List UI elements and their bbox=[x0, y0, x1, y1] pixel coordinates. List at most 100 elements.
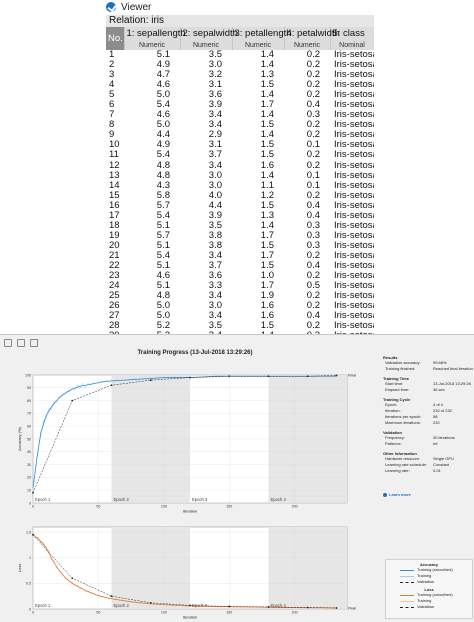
table-cell[interactable]: 1.7 bbox=[232, 250, 284, 261]
column-header-3[interactable]: 3: petallength bbox=[232, 27, 292, 40]
table-cell[interactable]: 5.1 bbox=[124, 220, 180, 231]
table-cell[interactable]: 5.2 bbox=[124, 321, 180, 331]
table-cell[interactable]: 3.1 bbox=[180, 140, 232, 150]
table-cell[interactable]: 3.0 bbox=[180, 301, 232, 311]
table-cell[interactable]: 1.4 bbox=[232, 130, 284, 140]
table-cell[interactable]: 5.7 bbox=[124, 200, 180, 211]
table-cell[interactable]: 3.7 bbox=[180, 150, 232, 160]
table-cell[interactable]: 1.4 bbox=[232, 110, 284, 120]
table-cell[interactable]: 4.8 bbox=[124, 170, 180, 181]
table-cell[interactable]: 3.4 bbox=[180, 160, 232, 171]
table-cell[interactable]: 3.5 bbox=[180, 220, 232, 231]
table-cell[interactable]: 3.9 bbox=[180, 210, 232, 221]
table-cell[interactable]: 5.0 bbox=[124, 90, 180, 100]
table-cell[interactable]: 4.3 bbox=[124, 180, 180, 191]
table-cell[interactable]: 1.5 bbox=[232, 80, 284, 90]
table-cell[interactable]: Iris-setosa bbox=[330, 150, 374, 160]
table-cell[interactable]: 3.1 bbox=[180, 80, 232, 90]
table-cell[interactable]: 4.9 bbox=[124, 140, 180, 150]
table-cell[interactable]: 4.9 bbox=[124, 60, 180, 70]
column-header-5[interactable]: 5: class bbox=[330, 27, 374, 40]
table-cell[interactable]: 3.0 bbox=[180, 170, 232, 181]
table-cell[interactable]: 5.0 bbox=[124, 301, 180, 311]
table-cell[interactable]: 3.4 bbox=[180, 110, 232, 120]
table-cell[interactable]: 1.5 bbox=[232, 240, 284, 251]
table-cell[interactable]: 1.4 bbox=[232, 220, 284, 231]
table-cell[interactable]: 5.1 bbox=[124, 281, 180, 291]
data-grid[interactable]: No. 1: sepallength 2: sepalwidth 3: petalle… bbox=[106, 27, 374, 334]
table-cell[interactable]: 1.3 bbox=[232, 70, 284, 80]
table-cell[interactable]: 11 bbox=[106, 150, 124, 160]
info-key: Learning rate: bbox=[385, 468, 410, 473]
table-cell[interactable]: 3.9 bbox=[180, 100, 232, 110]
table-cell[interactable]: 1.5 bbox=[232, 200, 284, 211]
loss-epoch-label: Epoch 1 bbox=[35, 603, 51, 608]
table-cell[interactable]: 4.7 bbox=[124, 70, 180, 80]
table-cell[interactable]: 5.8 bbox=[124, 190, 180, 201]
table-cell[interactable]: 4.4 bbox=[180, 200, 232, 211]
table-cell[interactable]: 4.4 bbox=[124, 130, 180, 140]
table-cell[interactable]: 5.0 bbox=[124, 120, 180, 130]
table-cell[interactable]: 3.5 bbox=[180, 49, 232, 60]
table-cell[interactable]: 5.4 bbox=[124, 250, 180, 261]
table-cell[interactable]: 5.0 bbox=[124, 311, 180, 321]
table-cell[interactable]: 1.6 bbox=[232, 160, 284, 171]
table-cell[interactable]: 1.3 bbox=[232, 210, 284, 221]
table-cell[interactable]: 1.6 bbox=[232, 301, 284, 311]
table-cell[interactable]: 1.4 bbox=[232, 90, 284, 100]
table-cell[interactable]: 5.4 bbox=[124, 150, 180, 160]
table-cell[interactable]: 1.5 bbox=[232, 260, 284, 271]
table-cell[interactable]: 3.3 bbox=[180, 281, 232, 291]
table-cell[interactable]: 3.6 bbox=[180, 271, 232, 281]
table-cell[interactable]: 2.9 bbox=[180, 130, 232, 140]
table-cell[interactable]: 1.0 bbox=[232, 271, 284, 281]
table-cell[interactable]: 1.4 bbox=[232, 170, 284, 181]
table-cell[interactable]: 3.6 bbox=[180, 90, 232, 100]
table-cell[interactable]: 1.5 bbox=[232, 120, 284, 130]
table-cell[interactable]: 1.7 bbox=[232, 230, 284, 241]
table-cell[interactable]: 3.2 bbox=[180, 70, 232, 80]
learn-more-link[interactable]: Learn more bbox=[383, 492, 473, 497]
column-header-2[interactable]: 2: sepalwidth bbox=[180, 27, 238, 40]
table-cell[interactable]: 5.4 bbox=[124, 100, 180, 110]
table-cell[interactable]: 5.7 bbox=[124, 230, 180, 241]
table-row[interactable]: 11 5.4 3.7 1.5 0.2 Iris-setosa bbox=[106, 150, 374, 160]
table-cell[interactable]: 3.4 bbox=[180, 120, 232, 130]
table-cell[interactable]: 1.2 bbox=[232, 190, 284, 201]
loss-plot: 0 0.5 1 1.5 0 50 100 150 200 Epoch 1 Epoch 2 Epoch … bbox=[17, 526, 356, 620]
table-cell[interactable]: 1.1 bbox=[232, 180, 284, 191]
table-cell[interactable]: 1.5 bbox=[232, 140, 284, 150]
table-cell[interactable]: 5.1 bbox=[124, 260, 180, 271]
table-cell[interactable]: 1.4 bbox=[232, 60, 284, 70]
table-cell[interactable]: 4.8 bbox=[124, 160, 180, 171]
table-cell[interactable]: 4.0 bbox=[180, 190, 232, 201]
table-cell[interactable]: 1.6 bbox=[232, 311, 284, 321]
table-cell[interactable]: 3.4 bbox=[180, 291, 232, 301]
table-cell[interactable]: 4.8 bbox=[124, 291, 180, 301]
table-cell[interactable]: 3.0 bbox=[180, 60, 232, 70]
table-cell[interactable]: 3.8 bbox=[180, 240, 232, 251]
table-cell[interactable]: 3.5 bbox=[180, 321, 232, 331]
table-cell[interactable]: 1.5 bbox=[232, 150, 284, 160]
column-header-4[interactable]: 4: petalwidth bbox=[284, 27, 340, 40]
table-cell[interactable]: 3.7 bbox=[180, 260, 232, 271]
accuracy-epoch-label: Epoch 4 bbox=[271, 497, 287, 502]
table-cell[interactable]: 4.6 bbox=[124, 110, 180, 120]
table-cell[interactable]: 5.1 bbox=[124, 49, 180, 60]
table-cell[interactable]: 5.1 bbox=[124, 240, 180, 251]
table-cell[interactable]: 1.5 bbox=[232, 321, 284, 331]
table-cell[interactable]: 3.4 bbox=[180, 311, 232, 321]
table-cell[interactable]: 1.7 bbox=[232, 281, 284, 291]
column-header-1[interactable]: 1: sepallength bbox=[124, 27, 186, 40]
table-cell[interactable]: 1.4 bbox=[232, 49, 284, 60]
table-cell[interactable]: 5.4 bbox=[124, 210, 180, 221]
table-cell[interactable]: 3.4 bbox=[180, 250, 232, 261]
table-cell[interactable]: 4.6 bbox=[124, 271, 180, 281]
table-cell[interactable]: 3.0 bbox=[180, 180, 232, 191]
table-cell[interactable]: 3.8 bbox=[180, 230, 232, 241]
table-cell[interactable]: 1.7 bbox=[232, 100, 284, 110]
table-cell[interactable]: 4.6 bbox=[124, 80, 180, 90]
column-header-0[interactable]: No. bbox=[106, 27, 125, 50]
table-cell[interactable]: 0.2 bbox=[284, 150, 330, 160]
table-cell[interactable]: 1.9 bbox=[232, 291, 284, 301]
